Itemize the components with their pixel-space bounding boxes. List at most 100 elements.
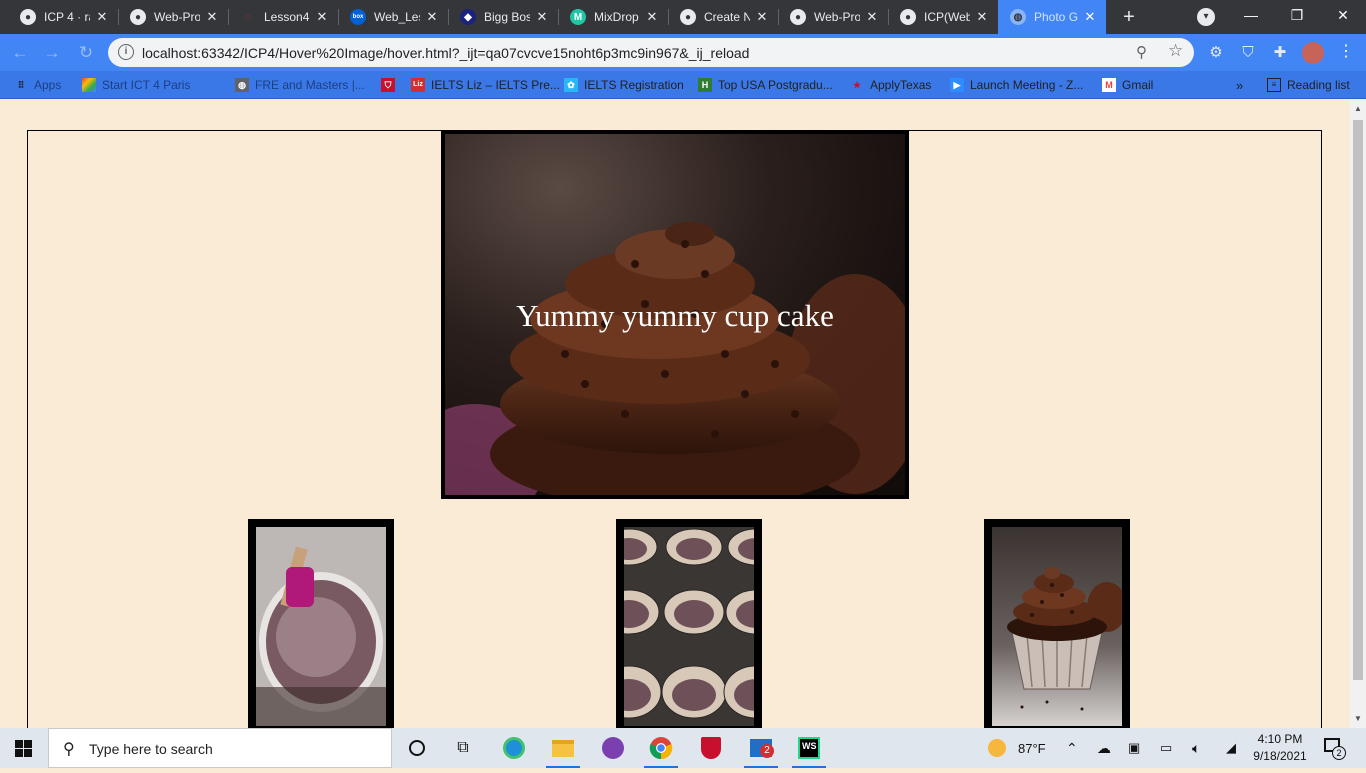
bookmark-item[interactable]: Start ICT 4 Paris: [82, 76, 190, 94]
chrome-icon: [649, 737, 673, 760]
reload-button[interactable]: ↻: [74, 41, 98, 65]
thumbnail-batter-image[interactable]: [248, 519, 394, 734]
wifi-icon[interactable]: ◢: [1226, 728, 1236, 768]
tab-close-icon[interactable]: ✕: [1082, 9, 1098, 25]
taskbar-chrome[interactable]: [638, 728, 684, 768]
shield-extension-icon[interactable]: ⛉: [1238, 43, 1258, 63]
cortana-button[interactable]: [394, 728, 440, 768]
info-icon[interactable]: i: [118, 44, 134, 60]
bookmark-star-icon[interactable]: ☆: [1168, 41, 1183, 61]
github-icon: ●: [900, 9, 916, 25]
onedrive-icon[interactable]: ☁: [1097, 728, 1111, 768]
taskbar-webstorm[interactable]: WS: [786, 728, 832, 768]
tab-separator: [118, 9, 119, 25]
tab-close-icon[interactable]: ✕: [424, 9, 440, 25]
tab-separator: [448, 9, 449, 25]
restore-button[interactable]: ❐: [1274, 0, 1320, 30]
bookmark-item[interactable]: ⛉: [381, 76, 401, 94]
taskbar-search-box[interactable]: ⚲ Type here to search: [48, 728, 392, 768]
profile-avatar[interactable]: [1302, 42, 1324, 64]
mixdrop-icon: M: [570, 9, 586, 25]
tab-separator: [228, 9, 229, 25]
browser-tab[interactable]: ● ICP 4 · ra ✕: [8, 0, 118, 34]
taskbar-file-explorer[interactable]: [540, 728, 586, 768]
tab-title: MixDrop: [594, 10, 639, 24]
minimize-button[interactable]: —: [1228, 0, 1274, 30]
browser-tab[interactable]: box Web_Les ✕: [338, 0, 448, 34]
weather-widget[interactable]: 87°F: [988, 728, 1046, 768]
tab-close-icon[interactable]: ✕: [754, 9, 770, 25]
bookmark-item[interactable]: ✿ IELTS Registration: [564, 76, 684, 94]
bookmark-label: IELTS Registration: [584, 78, 684, 92]
new-tab-button[interactable]: +: [1118, 6, 1140, 28]
address-bar[interactable]: i localhost:63342/ICP4/Hover%20Image/hov…: [108, 38, 1194, 67]
tab-close-icon[interactable]: ✕: [204, 9, 220, 25]
tab-close-icon[interactable]: ✕: [644, 9, 660, 25]
taskbar-github-desktop[interactable]: [590, 728, 636, 768]
browser-tab[interactable]: ● Create N ✕: [668, 0, 778, 34]
bookmark-label: Gmail: [1122, 78, 1154, 92]
tab-close-icon[interactable]: ✕: [534, 9, 550, 25]
browser-tab[interactable]: ◌ Lesson4 ✕: [228, 0, 338, 34]
volume-icon[interactable]: 🔈︎: [1192, 728, 1200, 768]
tab-close-icon[interactable]: ✕: [864, 9, 880, 25]
extension-icon[interactable]: ⚙: [1206, 43, 1226, 63]
colorful-icon: [82, 78, 96, 92]
thumbnail-finished-cupcake-image[interactable]: [984, 519, 1130, 734]
close-window-button[interactable]: ✕: [1320, 0, 1366, 30]
tab-close-icon[interactable]: ✕: [974, 9, 990, 25]
system-clock[interactable]: 4:10 PM 9/18/2021: [1252, 731, 1308, 765]
browser-tab[interactable]: ◆ Bigg Bos ✕: [448, 0, 558, 34]
zoom-icon[interactable]: ⚲: [1136, 43, 1147, 61]
puzzle-icon[interactable]: ✚: [1270, 43, 1290, 63]
start-button[interactable]: [0, 728, 48, 768]
scroll-down-arrow-icon[interactable]: ▼: [1350, 712, 1366, 726]
page-scrollbar[interactable]: ▲ ▼: [1350, 100, 1366, 728]
clock-date: 9/18/2021: [1253, 749, 1307, 763]
browser-tab[interactable]: ● ICP(Web ✕: [888, 0, 998, 34]
scrollbar-thumb[interactable]: [1353, 120, 1363, 680]
url-text[interactable]: localhost:63342/ICP4/Hover%20Image/hover…: [142, 45, 749, 61]
tab-title: Photo G: [1034, 10, 1078, 24]
battery-icon[interactable]: ▭: [1160, 728, 1172, 768]
weather-sun-icon: [988, 739, 1006, 757]
taskbar-mcafee[interactable]: [688, 728, 734, 768]
tab-close-icon[interactable]: ✕: [314, 9, 330, 25]
meet-now-icon[interactable]: ▣: [1128, 728, 1140, 768]
bookmarks-overflow-icon[interactable]: »: [1236, 76, 1243, 94]
back-button[interactable]: ←: [8, 41, 32, 65]
bookmark-item[interactable]: M Gmail: [1102, 76, 1153, 94]
forward-button[interactable]: →: [40, 41, 64, 65]
bookmark-label: FRE and Masters |...: [255, 78, 365, 92]
browser-tab[interactable]: ● Web-Pro ✕: [118, 0, 228, 34]
tab-search-icon[interactable]: ▾: [1197, 8, 1215, 26]
edge-icon: [503, 737, 525, 759]
tab-close-icon[interactable]: ✕: [94, 9, 110, 25]
tab-title: ICP 4 · ra: [44, 10, 90, 24]
bookmark-item[interactable]: ⠿ Apps: [14, 76, 62, 94]
github-icon: ●: [20, 9, 36, 25]
task-view-button[interactable]: ⧉: [440, 728, 486, 768]
menu-icon[interactable]: ⋮: [1338, 42, 1354, 62]
taskbar-mail[interactable]: 2: [738, 728, 784, 768]
tab-title: Create N: [704, 10, 750, 24]
h-icon: H: [698, 78, 712, 92]
thumbnail-cupcake-tray-image[interactable]: [616, 519, 762, 734]
reading-list-button[interactable]: ≡ Reading list: [1267, 76, 1350, 94]
bookmark-item[interactable]: ▶ Launch Meeting - Z...: [950, 76, 1083, 94]
action-center-button[interactable]: 2: [1320, 736, 1346, 760]
taskbar-edge[interactable]: [491, 728, 537, 768]
bookmark-item[interactable]: H Top USA Postgradu...: [698, 76, 833, 94]
bookmark-item[interactable]: Liz IELTS Liz – IELTS Pre...: [411, 76, 560, 94]
browser-tab[interactable]: ● Web-Pro ✕: [778, 0, 888, 34]
browser-tab[interactable]: M MixDrop ✕: [558, 0, 668, 34]
tray-overflow-icon[interactable]: ⌃: [1066, 728, 1078, 768]
bookmark-item[interactable]: ★ ApplyTexas: [850, 76, 931, 94]
bookmark-label: Top USA Postgradu...: [718, 78, 833, 92]
bookmark-item[interactable]: ◍ FRE and Masters |...: [235, 76, 365, 94]
hero-caption: Yummy yummy cup cake: [516, 298, 834, 333]
clock-time: 4:10 PM: [1257, 732, 1303, 746]
hero-image[interactable]: Yummy yummy cup cake: [441, 130, 909, 499]
scroll-up-arrow-icon[interactable]: ▲: [1350, 102, 1366, 116]
browser-tab[interactable]: ◍ Photo G ✕: [998, 0, 1106, 34]
